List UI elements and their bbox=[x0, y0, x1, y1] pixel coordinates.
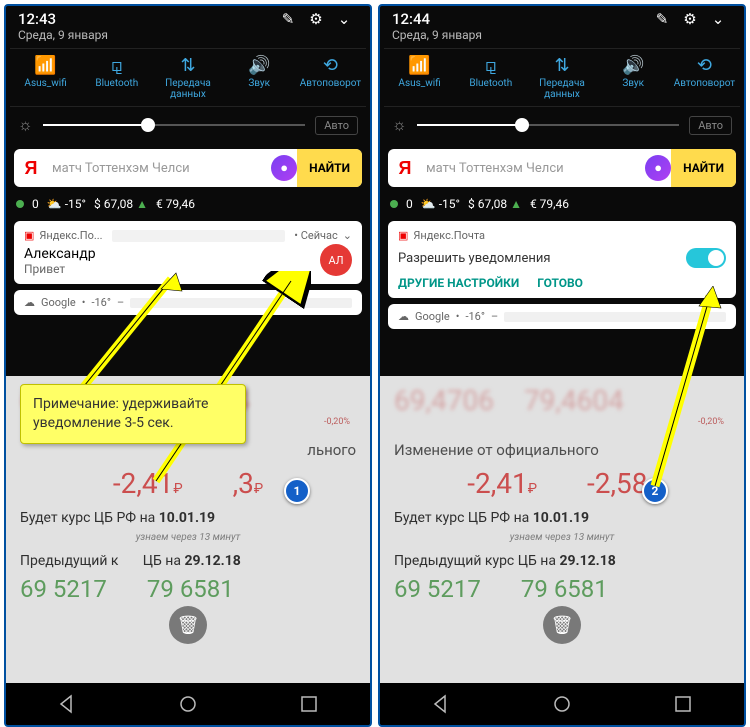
expand-icon[interactable]: ⌄ bbox=[330, 10, 358, 28]
google-widget[interactable]: ☁ Google • -16° – bbox=[388, 304, 736, 329]
mic-icon[interactable]: ● bbox=[645, 155, 671, 181]
allow-notifications-toggle[interactable] bbox=[686, 248, 726, 268]
yandex-search[interactable]: Я матч Тоттенхэм Челси ● НАЙТИ bbox=[14, 149, 362, 187]
sound-icon: 🔊 bbox=[224, 55, 295, 76]
chevron-down-icon[interactable]: ⌄ bbox=[343, 229, 352, 242]
toggle-rotate[interactable]: ⟲Автоповорот bbox=[295, 48, 366, 107]
status-date: Среда, 9 января bbox=[6, 28, 370, 48]
sound-icon: 🔊 bbox=[598, 55, 669, 76]
nav-recent-icon[interactable] bbox=[299, 694, 319, 714]
find-button[interactable]: НАЙТИ bbox=[671, 149, 736, 187]
notification-settings-card: ▣ Яндекс.Почта Разрешить уведомления ДРУ… bbox=[388, 221, 736, 298]
rotate-icon: ⟲ bbox=[295, 55, 366, 76]
yandex-logo: Я bbox=[388, 158, 422, 179]
expand-icon[interactable]: ⌄ bbox=[704, 10, 732, 28]
nav-home-icon[interactable] bbox=[178, 694, 198, 714]
mic-icon[interactable]: ● bbox=[271, 155, 297, 181]
brightness-auto[interactable]: Авто bbox=[689, 116, 732, 135]
brightness-icon: ☼ bbox=[18, 115, 33, 135]
status-date: Среда, 9 января bbox=[380, 28, 744, 48]
more-settings-link[interactable]: ДРУГИЕ НАСТРОЙКИ bbox=[398, 276, 519, 290]
wifi-icon: 📶 bbox=[384, 55, 455, 76]
notification-app: Яндекс.По... bbox=[39, 229, 102, 242]
wifi-icon: 📶 bbox=[10, 55, 81, 76]
brightness-auto[interactable]: Авто bbox=[315, 116, 358, 135]
status-dot bbox=[16, 200, 24, 208]
edit-icon[interactable]: ✎ bbox=[648, 10, 676, 28]
toggle-wifi[interactable]: 📶Asus_wifi bbox=[10, 48, 81, 107]
status-time: 12:43 bbox=[18, 10, 274, 28]
toggle-bluetooth[interactable]: ⚼Bluetooth bbox=[455, 48, 526, 107]
weather-widget[interactable]: 0 ⛅ -15° $ 67,08 ▲ € 79,46 bbox=[388, 193, 736, 215]
toggle-sound[interactable]: 🔊Звук bbox=[224, 48, 295, 107]
trash-icon[interactable]: 🗑 bbox=[169, 606, 207, 644]
yandex-logo: Я bbox=[14, 158, 48, 179]
brightness-slider[interactable] bbox=[417, 124, 680, 126]
nav-back-icon[interactable] bbox=[57, 694, 77, 714]
cloud-icon: ☁ bbox=[24, 296, 35, 309]
mail-icon: ▣ bbox=[398, 229, 408, 242]
toggle-sound[interactable]: 🔊Звук bbox=[598, 48, 669, 107]
find-button[interactable]: НАЙТИ bbox=[297, 149, 362, 187]
yandex-search[interactable]: Я матч Тоттенхэм Челси ● НАЙТИ bbox=[388, 149, 736, 187]
trash-icon[interactable]: 🗑 bbox=[543, 606, 581, 644]
done-link[interactable]: ГОТОВО bbox=[537, 276, 583, 290]
notification-preview: Привет bbox=[24, 262, 352, 276]
bluetooth-icon: ⚼ bbox=[81, 55, 152, 76]
avatar: АЛ bbox=[320, 244, 352, 276]
callout-note: Примечание: удерживайте уведомление 3-5 … bbox=[20, 384, 246, 444]
notification-app: Яндекс.Почта bbox=[413, 229, 485, 242]
step-badge-2: 2 bbox=[642, 478, 668, 504]
data-icon: ⇅ bbox=[152, 55, 223, 76]
status-dot bbox=[390, 200, 398, 208]
mail-icon: ▣ bbox=[24, 229, 34, 242]
edit-icon[interactable]: ✎ bbox=[274, 10, 302, 28]
toggle-data[interactable]: ⇅Передача данных bbox=[526, 48, 597, 107]
weather-widget[interactable]: 0 ⛅ -15° $ 67,08 ▲ € 79,46 bbox=[14, 193, 362, 215]
notification-card[interactable]: ▣ Яндекс.По... • Сейчас ⌄ Александр Прив… bbox=[14, 221, 362, 284]
search-input: матч Тоттенхэм Челси bbox=[422, 161, 645, 176]
brightness-slider[interactable] bbox=[43, 124, 306, 126]
nav-back-icon[interactable] bbox=[431, 694, 451, 714]
settings-icon[interactable]: ⚙ bbox=[302, 10, 330, 28]
notification-sender: Александр bbox=[24, 246, 352, 262]
toggle-bluetooth[interactable]: ⚼Bluetooth bbox=[81, 48, 152, 107]
nav-home-icon[interactable] bbox=[552, 694, 572, 714]
brightness-icon: ☼ bbox=[392, 115, 407, 135]
search-input: матч Тоттенхэм Челси bbox=[48, 161, 271, 176]
allow-notifications-label: Разрешить уведомления bbox=[398, 251, 550, 266]
bluetooth-icon: ⚼ bbox=[455, 55, 526, 76]
settings-icon[interactable]: ⚙ bbox=[676, 10, 704, 28]
google-widget[interactable]: ☁ Google • -16° – bbox=[14, 290, 362, 315]
cloud-icon: ☁ bbox=[398, 310, 409, 323]
notification-time: • Сейчас bbox=[294, 229, 338, 242]
status-time: 12:44 bbox=[392, 10, 648, 28]
data-icon: ⇅ bbox=[526, 55, 597, 76]
rotate-icon: ⟲ bbox=[669, 55, 740, 76]
toggle-data[interactable]: ⇅Передача данных bbox=[152, 48, 223, 107]
nav-recent-icon[interactable] bbox=[673, 694, 693, 714]
toggle-wifi[interactable]: 📶Asus_wifi bbox=[384, 48, 455, 107]
step-badge-1: 1 bbox=[284, 478, 310, 504]
toggle-rotate[interactable]: ⟲Автоповорот bbox=[669, 48, 740, 107]
